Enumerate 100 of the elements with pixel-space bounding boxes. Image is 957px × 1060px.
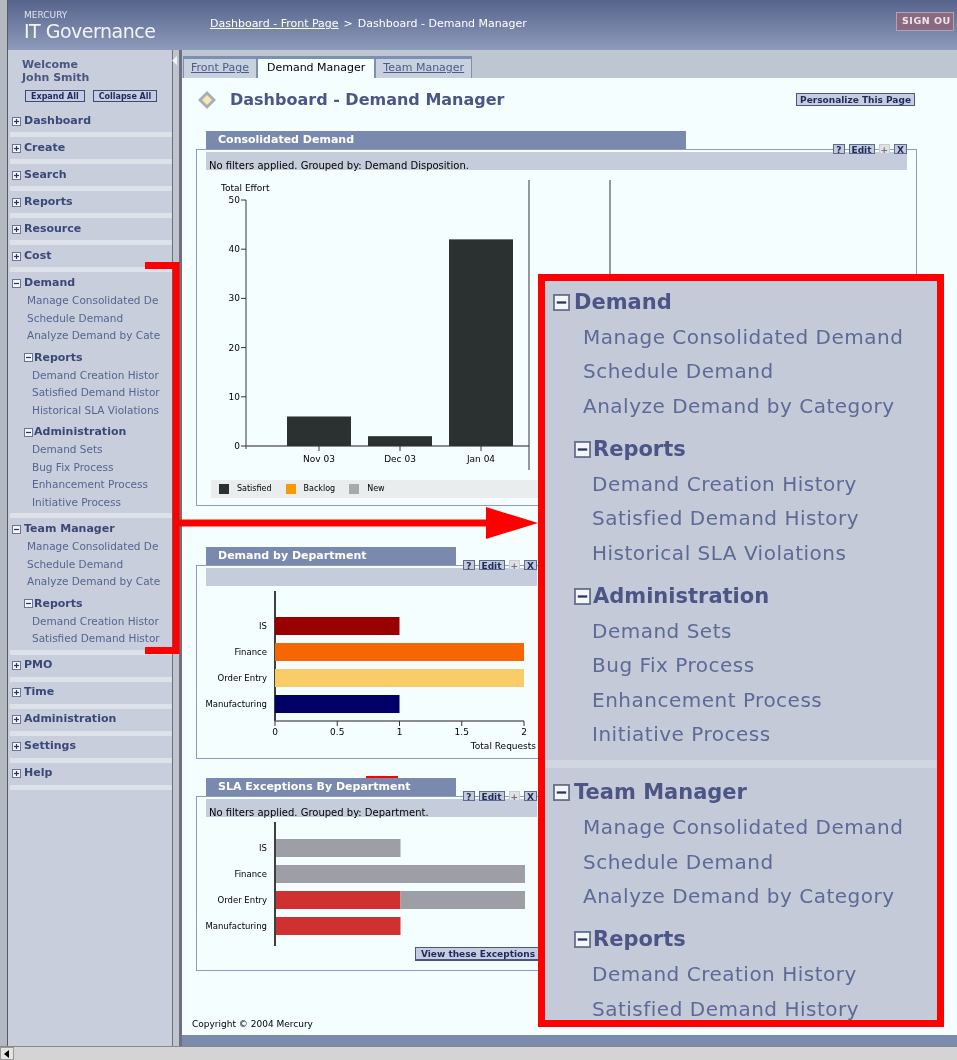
- menu-group[interactable]: Reports: [545, 922, 937, 957]
- menu-group[interactable]: Administration: [545, 579, 937, 614]
- menu-group[interactable]: Dashboard: [10, 112, 172, 130]
- menu-link[interactable]: Demand Creation Histor: [10, 612, 172, 630]
- category-label: Order Entry: [217, 895, 267, 905]
- tick-label: 0.5: [330, 727, 345, 737]
- menu-link[interactable]: Schedule Demand: [10, 555, 172, 573]
- scroll-left-button[interactable]: [0, 1047, 14, 1060]
- menu-link[interactable]: Manage Consolidated De: [10, 538, 172, 556]
- menu-link[interactable]: Demand Creation History: [545, 466, 937, 501]
- user-name: John Smith: [22, 71, 91, 84]
- menu-group[interactable]: Demand: [10, 274, 172, 292]
- welcome-text: Welcome: [22, 58, 79, 71]
- menu-link[interactable]: Satisfied Demand History: [545, 501, 937, 536]
- menu-group[interactable]: Help: [10, 764, 172, 783]
- menu-link[interactable]: Analyze Demand by Cate: [10, 327, 172, 345]
- tick-label: 1: [396, 727, 403, 737]
- menu-link[interactable]: Demand Sets: [10, 441, 172, 459]
- menu-link[interactable]: Manage Consolidated Demand: [545, 319, 937, 354]
- menu-link[interactable]: Bug Fix Process: [545, 648, 937, 683]
- diamond-icon: [198, 90, 216, 109]
- tick-label: 0: [272, 727, 278, 737]
- panel-title: Demand by Department: [206, 547, 456, 565]
- brand-name: IT Governance: [24, 20, 157, 42]
- menu-link[interactable]: Analyze Demand by Category: [545, 879, 937, 914]
- menu-link[interactable]: Analyze Demand by Cate: [10, 573, 172, 591]
- tab[interactable]: Demand Manager: [256, 56, 376, 78]
- tick-label: 40: [228, 244, 240, 255]
- menu-group[interactable]: Cost: [10, 247, 172, 265]
- menu-group[interactable]: Reports: [10, 349, 172, 367]
- menu-link[interactable]: Satisfied Demand Histor: [10, 384, 172, 402]
- panel-title: SLA Exceptions By Department: [206, 778, 456, 796]
- legend-label: Satisfied: [237, 483, 272, 495]
- scrollbar[interactable]: [0, 1046, 957, 1060]
- tick-label: 1.5: [454, 727, 469, 737]
- menu-link[interactable]: Schedule Demand: [545, 844, 937, 879]
- menu-group[interactable]: Resource: [10, 220, 172, 238]
- tab[interactable]: Team Manager: [375, 56, 473, 78]
- breadcrumb-current: Dashboard - Demand Manager: [357, 16, 527, 32]
- menu-link[interactable]: Schedule Demand: [545, 354, 937, 389]
- menu-group[interactable]: Team Manager: [545, 775, 937, 810]
- menu-group[interactable]: Settings: [10, 737, 172, 756]
- menu-link[interactable]: Enhancement Process: [545, 682, 937, 717]
- menu-link[interactable]: Demand Creation History: [545, 957, 937, 992]
- copyright-text: Copyright © 2004 Mercury: [192, 1017, 314, 1031]
- left-arrow-icon: [4, 1049, 10, 1058]
- menu-group[interactable]: Team Manager: [10, 520, 172, 538]
- menu-link[interactable]: Demand Creation Histor: [10, 366, 172, 384]
- filter-text: No filters applied. Grouped by: Department.: [208, 807, 429, 818]
- sidebar-button[interactable]: Expand All: [25, 90, 85, 102]
- category-label: Finance: [234, 647, 267, 657]
- category-label: IS: [259, 843, 267, 853]
- menu-link[interactable]: Satisfied Demand Histor: [10, 630, 172, 648]
- menu-link[interactable]: Historical SLA Violations: [10, 401, 172, 419]
- sidebar-button[interactable]: Collapse All: [92, 90, 158, 102]
- menu-link[interactable]: Analyze Demand by Category: [545, 388, 937, 423]
- category-label: Jan 04: [466, 454, 496, 464]
- menu-link[interactable]: Demand Sets: [545, 613, 937, 648]
- tick-label: 10: [228, 391, 240, 402]
- menu-group[interactable]: Time: [10, 683, 172, 702]
- category-label: Manufacturing: [205, 699, 267, 709]
- tick-label: 20: [228, 342, 240, 353]
- sign-out-button[interactable]: SIGN OU: [896, 12, 954, 31]
- filter-text: No filters applied. Grouped by: Demand Disposition.: [208, 160, 469, 171]
- tick-label: 2: [521, 727, 527, 737]
- menu-link[interactable]: Initiative Process: [10, 493, 172, 511]
- menu-group[interactable]: Reports: [545, 432, 937, 467]
- tick-label: 0: [234, 441, 240, 451]
- menu-group[interactable]: Reports: [10, 193, 172, 211]
- panel-title: Consolidated Demand: [206, 131, 686, 149]
- category-label: Dec 03: [384, 454, 416, 464]
- menu-link[interactable]: Manage Consolidated Demand: [545, 810, 937, 845]
- menu-group[interactable]: Create: [10, 139, 172, 157]
- breadcrumb-link[interactable]: Dashboard - Front Page: [210, 16, 339, 33]
- legend-label: Backlog: [303, 483, 336, 495]
- bar: [368, 436, 432, 446]
- menu-link[interactable]: Schedule Demand: [10, 309, 172, 327]
- bar: [287, 416, 351, 446]
- menu-group[interactable]: Demand: [545, 285, 937, 320]
- menu-group[interactable]: Reports: [10, 595, 172, 613]
- axis-title: Total Effort: [221, 183, 270, 193]
- menu-link[interactable]: Bug Fix Process: [10, 458, 172, 476]
- menu-link[interactable]: Historical SLA Violations: [545, 535, 937, 570]
- menu-group[interactable]: PMO: [10, 656, 172, 675]
- menu-link[interactable]: Satisfied Demand History: [545, 991, 937, 1020]
- tick-label: 50: [228, 195, 240, 205]
- tab[interactable]: Front Page: [183, 56, 257, 78]
- tick-label: 30: [228, 293, 240, 304]
- category-label: Finance: [234, 869, 267, 879]
- category-label: IS: [259, 621, 267, 631]
- category-label: Manufacturing: [205, 921, 267, 931]
- category-label: Order Entry: [217, 673, 267, 683]
- menu-link[interactable]: Initiative Process: [545, 717, 937, 752]
- menu-group[interactable]: Administration: [10, 710, 172, 729]
- menu-link[interactable]: Enhancement Process: [10, 476, 172, 494]
- menu-group[interactable]: Search: [10, 166, 172, 184]
- personalize-button[interactable]: Personalize This Page: [796, 93, 915, 106]
- axis-title: Total Requests: [470, 741, 536, 751]
- menu-group[interactable]: Administration: [10, 423, 172, 441]
- menu-link[interactable]: Manage Consolidated De: [10, 292, 172, 310]
